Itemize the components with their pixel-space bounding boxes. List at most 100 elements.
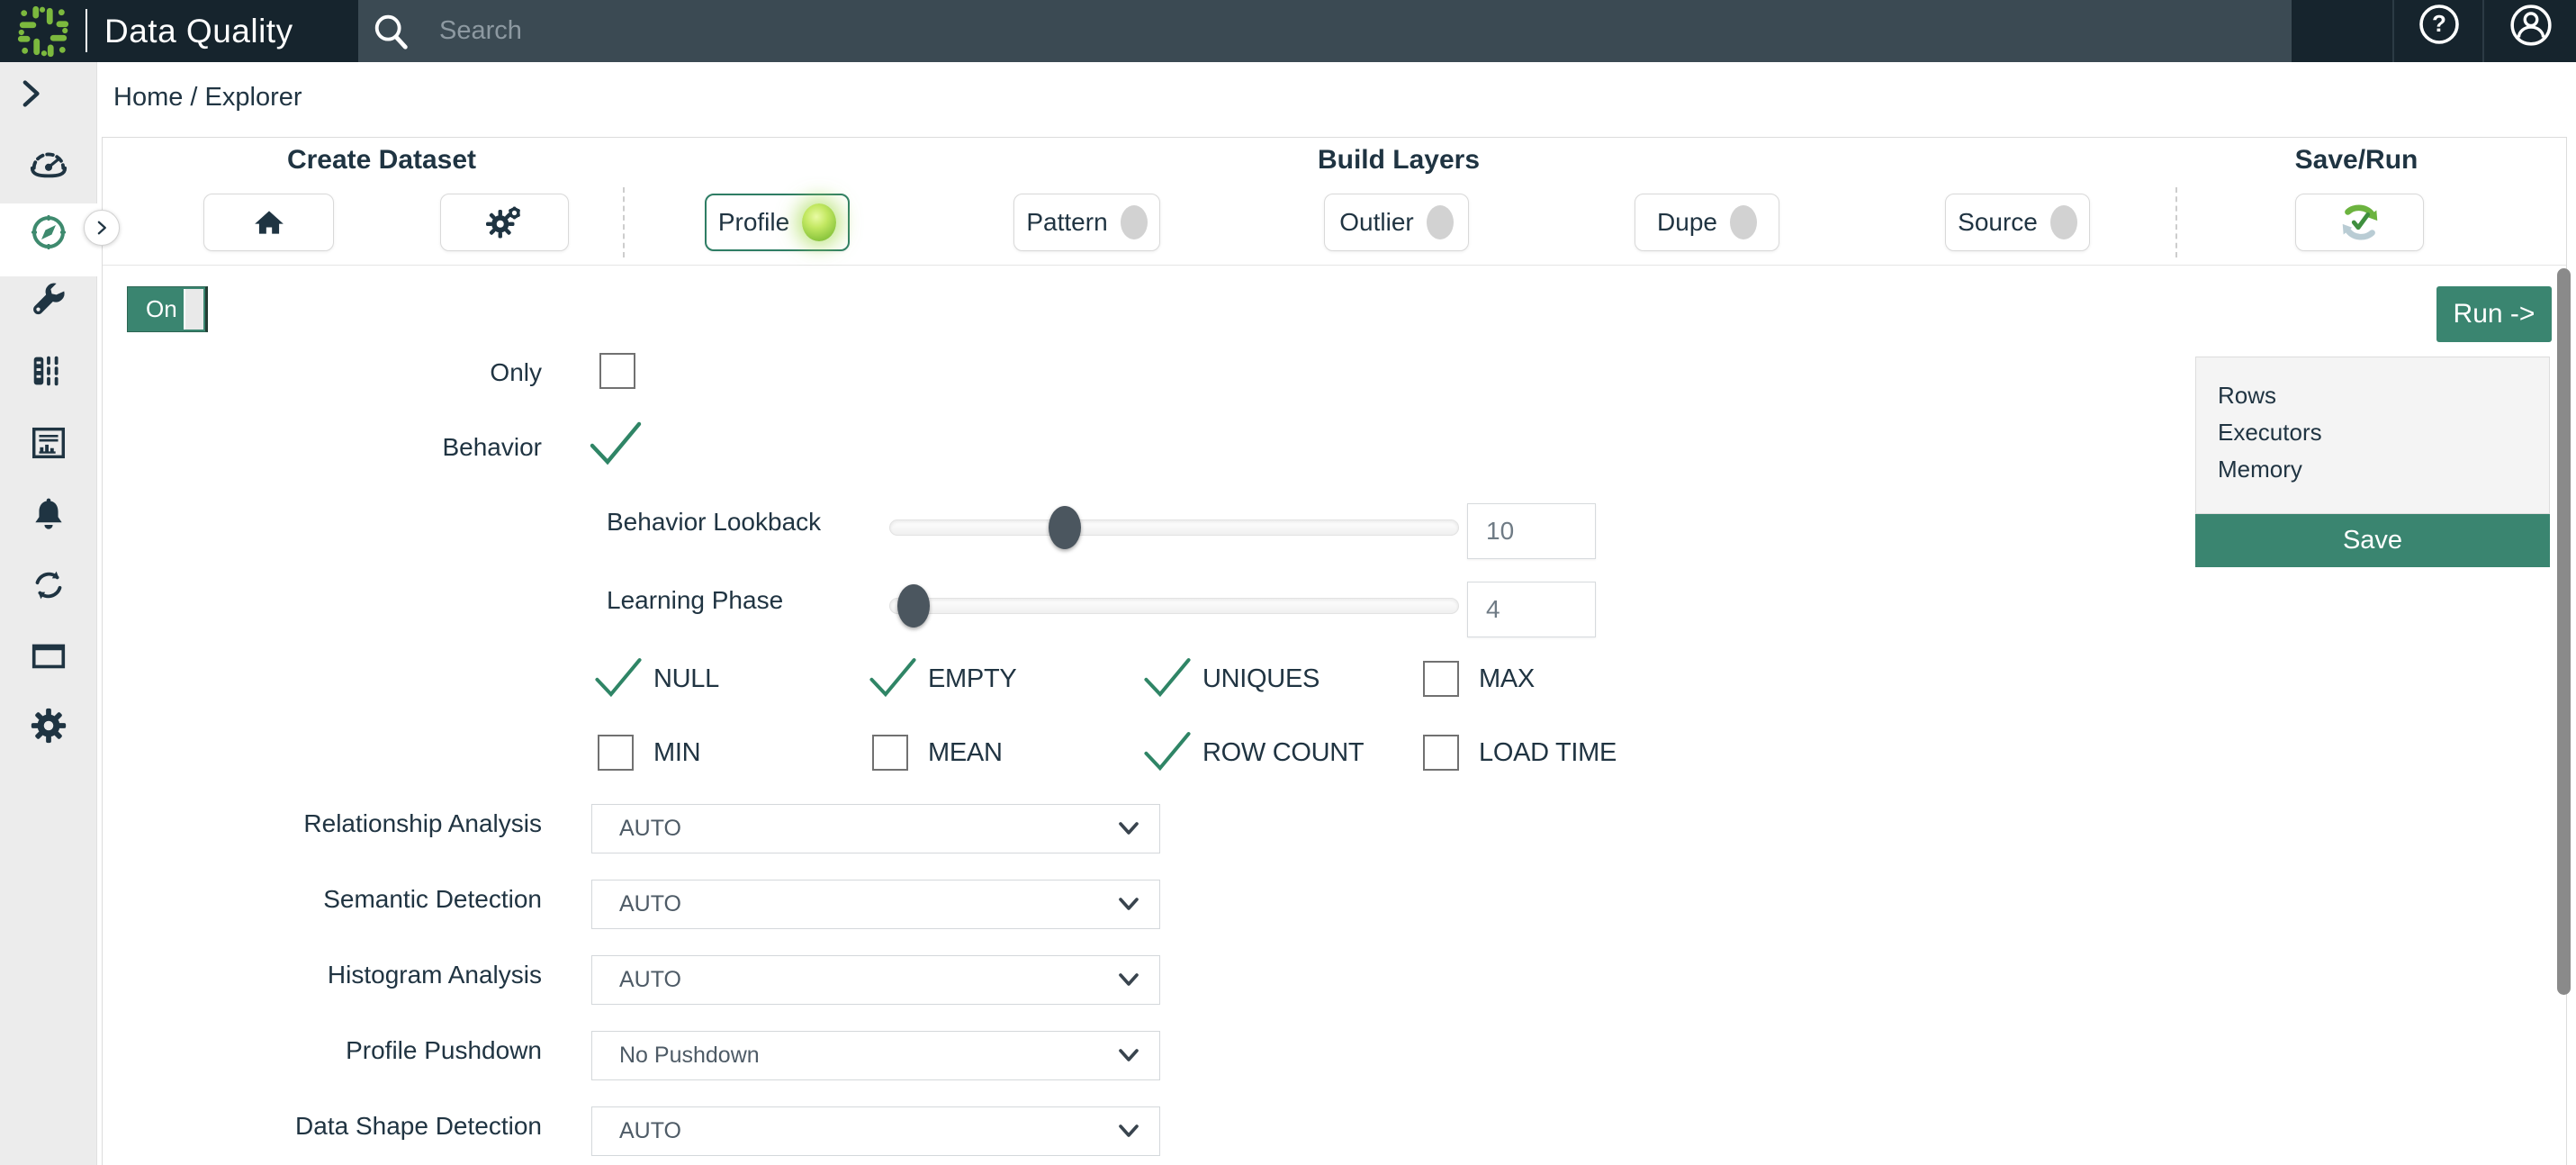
uniques-checkbox-checked[interactable] (1141, 655, 1193, 706)
mean-label: MEAN (928, 739, 1003, 766)
reports-icon (28, 422, 69, 464)
relationship-analysis-select[interactable]: AUTO (591, 804, 1160, 853)
null-label: NULL (653, 665, 719, 692)
layer-button-profile[interactable]: Profile (705, 194, 850, 251)
help-button[interactable]: ? (2394, 0, 2483, 62)
steps-divider (103, 265, 2566, 266)
catalog-columns-icon (28, 350, 69, 392)
sidebar-item-alerts[interactable] (0, 480, 97, 550)
behavior-lookback-slider-thumb[interactable] (1049, 506, 1081, 549)
semantic-detection-select[interactable]: AUTO (591, 880, 1160, 929)
semantic-detection-label: Semantic Detection (92, 885, 542, 914)
empty-label: EMPTY (928, 665, 1016, 692)
alerts-bell-icon (29, 495, 68, 535)
run-button-label: Run -> (2454, 299, 2535, 330)
resources-panel: Rows Executors Memory (2195, 357, 2550, 514)
layer-button-outlier[interactable]: Outlier (1324, 194, 1469, 251)
profile-status-dot-on (802, 203, 836, 241)
select-value: AUTO (619, 967, 1118, 993)
run-button[interactable]: Run -> (2436, 286, 2552, 342)
explorer-panel (102, 137, 2567, 1165)
user-menu-button[interactable] (2486, 0, 2575, 62)
learning-phase-slider-thumb[interactable] (897, 584, 930, 628)
data-shape-detection-label: Data Shape Detection (92, 1112, 542, 1141)
behavior-lookback-label: Behavior Lookback (607, 509, 821, 536)
resource-item-rows[interactable]: Rows (2218, 377, 2549, 414)
null-checkbox-checked[interactable] (592, 655, 644, 706)
save-button[interactable]: Save (2195, 514, 2550, 567)
configure-step-button[interactable] (440, 194, 569, 251)
user-avatar-icon (2508, 3, 2553, 48)
help-icon: ? (2418, 3, 2461, 46)
section-title-create-dataset: Create Dataset (202, 145, 562, 176)
learning-phase-value-input[interactable] (1467, 582, 1596, 637)
row-count-label: ROW COUNT (1202, 739, 1364, 766)
only-label: Only (272, 359, 542, 386)
chevron-right-icon (93, 219, 111, 237)
sidebar-item-catalog[interactable] (0, 336, 97, 406)
load-time-checkbox[interactable] (1423, 735, 1459, 771)
resource-item-executors[interactable]: Executors (2218, 414, 2549, 451)
behavior-lookback-value-input[interactable] (1467, 503, 1596, 559)
top-bar: Data Quality ? (0, 0, 2576, 62)
only-checkbox[interactable] (599, 353, 635, 389)
layer-label: Pattern (1026, 208, 1107, 237)
behavior-lookback-slider[interactable] (889, 519, 1459, 536)
topbar-divider (86, 9, 87, 52)
toggle-knob[interactable] (184, 289, 203, 330)
sidebar-item-reports[interactable] (0, 408, 97, 478)
sidebar-item-scheduler[interactable] (0, 620, 97, 691)
jobs-sync-icon (28, 564, 69, 606)
uniques-label: UNIQUES (1202, 665, 1320, 692)
chevron-down-icon (1118, 1124, 1139, 1139)
behavior-checkbox-checked[interactable] (587, 418, 644, 474)
data-shape-detection-select[interactable]: AUTO (591, 1106, 1160, 1156)
layer-button-dupe[interactable]: Dupe (1635, 194, 1779, 251)
sidebar-item-tools[interactable] (0, 267, 97, 338)
search-bar[interactable] (358, 0, 2292, 62)
sidebar-expand-chevron-icon[interactable] (13, 76, 49, 112)
sidebar-item-explorer[interactable] (0, 197, 97, 267)
behavior-label: Behavior (272, 434, 542, 461)
sidebar-item-dashboard[interactable] (0, 128, 97, 198)
learning-phase-slider[interactable] (889, 598, 1459, 614)
section-title-save-run: Save/Run (2176, 145, 2536, 176)
select-value: No Pushdown (619, 1043, 1118, 1069)
profile-pushdown-select[interactable]: No Pushdown (591, 1031, 1160, 1080)
home-step-button[interactable] (203, 194, 334, 251)
logo-icon (15, 4, 71, 59)
layer-label: Profile (718, 208, 789, 237)
dashboard-gauge-icon (28, 142, 69, 184)
resource-item-memory[interactable]: Memory (2218, 451, 2549, 488)
sidebar-item-settings[interactable] (0, 691, 97, 761)
app-logo[interactable] (0, 0, 86, 62)
outlier-status-dot-off (1427, 205, 1454, 239)
app-title: Data Quality (104, 0, 293, 62)
sidebar-item-jobs[interactable] (0, 550, 97, 620)
max-checkbox[interactable] (1423, 661, 1459, 697)
search-input[interactable] (439, 16, 2149, 46)
source-status-dot-off (2050, 205, 2077, 239)
save-run-step-button[interactable] (2295, 194, 2424, 251)
check-icon (587, 418, 644, 470)
row-count-checkbox-checked[interactable] (1141, 728, 1193, 780)
min-checkbox[interactable] (598, 735, 634, 771)
profile-on-toggle[interactable]: On (127, 286, 208, 332)
empty-checkbox-checked[interactable] (867, 655, 919, 706)
vertical-scrollbar-thumb[interactable] (2557, 268, 2571, 995)
layer-button-pattern[interactable]: Pattern (1013, 194, 1160, 251)
step-group-separator-2 (2175, 187, 2177, 257)
mean-checkbox[interactable] (872, 735, 908, 771)
layer-button-source[interactable]: Source (1945, 194, 2090, 251)
max-label: MAX (1479, 665, 1535, 692)
load-time-label: LOAD TIME (1479, 739, 1617, 766)
select-value: AUTO (619, 816, 1118, 842)
histogram-analysis-select[interactable]: AUTO (591, 955, 1160, 1005)
step-group-separator (623, 187, 625, 257)
pattern-status-dot-off (1121, 205, 1148, 239)
section-title-build-layers: Build Layers (1219, 145, 1579, 176)
layer-label: Dupe (1657, 208, 1717, 237)
search-icon (371, 11, 412, 52)
breadcrumb[interactable]: Home / Explorer (113, 62, 302, 133)
panel-expander-button[interactable] (84, 210, 120, 246)
